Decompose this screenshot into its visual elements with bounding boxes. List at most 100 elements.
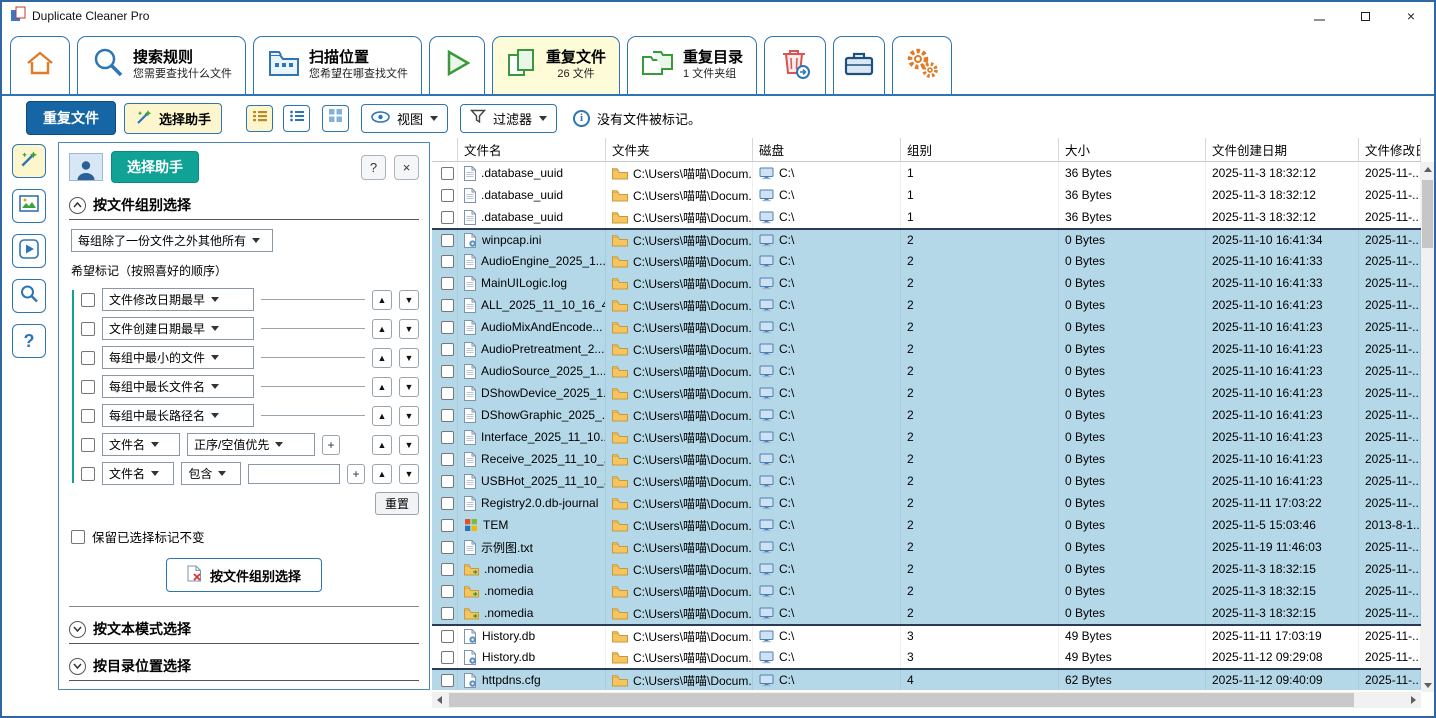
row-checkbox[interactable] <box>441 651 454 664</box>
row-checkbox[interactable] <box>441 409 454 422</box>
criteria-checkbox[interactable] <box>81 409 95 423</box>
row-checkbox[interactable] <box>441 563 454 576</box>
keep-selection-checkbox[interactable] <box>71 530 85 544</box>
row-checkbox[interactable] <box>441 167 454 180</box>
toolbox-button[interactable] <box>833 36 885 94</box>
column-header-0[interactable]: 文件名 <box>458 138 606 161</box>
contains-text-input[interactable] <box>248 464 340 484</box>
move-down-button[interactable]: ▼ <box>399 406 419 426</box>
row-checkbox[interactable] <box>441 365 454 378</box>
file-row[interactable]: winpcap.iniC:\Users\喵喵\Docum...C:\20 Byt… <box>432 228 1421 250</box>
move-up-button[interactable]: ▲ <box>372 406 392 426</box>
row-checkbox[interactable] <box>441 519 454 532</box>
duplicate-files-tab[interactable]: 重复文件26 文件 <box>492 36 620 94</box>
file-row[interactable]: .nomediaC:\Users\喵喵\Docum...C:\20 Bytes2… <box>432 602 1421 624</box>
row-checkbox[interactable] <box>441 674 454 687</box>
reset-button[interactable]: 重置 <box>375 492 419 515</box>
file-row[interactable]: History.dbC:\Users\喵喵\Docum...C:\349 Byt… <box>432 646 1421 668</box>
view-details-button[interactable] <box>246 105 273 132</box>
row-checkbox[interactable] <box>441 299 454 312</box>
media-play-button[interactable] <box>12 234 46 268</box>
file-row[interactable]: httpdns.cfgC:\Users\喵喵\Docum...C:\462 By… <box>432 668 1421 690</box>
move-down-button[interactable]: ▼ <box>399 319 419 339</box>
row-checkbox[interactable] <box>441 453 454 466</box>
file-row[interactable]: History.dbC:\Users\喵喵\Docum...C:\349 Byt… <box>432 624 1421 646</box>
vertical-scroll-thumb[interactable] <box>1422 180 1433 248</box>
assistant-close-button[interactable]: × <box>394 155 419 180</box>
row-checkbox[interactable] <box>441 189 454 202</box>
row-checkbox[interactable] <box>441 234 454 247</box>
row-checkbox[interactable] <box>441 431 454 444</box>
column-header-6[interactable]: 文件修改日期 <box>1359 138 1421 161</box>
home-button[interactable] <box>10 36 70 94</box>
duplicate-files-view-button[interactable]: 重复文件 <box>26 101 116 135</box>
duplicate-folders-tab[interactable]: 重复目录1 文件夹组 <box>627 36 757 94</box>
file-row[interactable]: DShowDevice_2025_1...C:\Users\喵喵\Docum..… <box>432 382 1421 404</box>
add-criteria-button[interactable]: + <box>347 464 365 484</box>
move-up-button[interactable]: ▲ <box>372 290 392 310</box>
scroll-up-button[interactable] <box>1421 162 1434 176</box>
row-checkbox[interactable] <box>441 607 454 620</box>
image-preview-button[interactable] <box>12 189 46 223</box>
row-checkbox[interactable] <box>441 277 454 290</box>
column-header-2[interactable]: 磁盘 <box>753 138 901 161</box>
group-mode-dropdown[interactable]: 每组除了一份文件之外其他所有 <box>71 229 273 252</box>
move-up-button[interactable]: ▲ <box>372 464 392 484</box>
move-up-button[interactable]: ▲ <box>372 435 392 455</box>
file-row[interactable]: AudioEngine_2025_1...C:\Users\喵喵\Docum..… <box>432 250 1421 272</box>
file-row[interactable]: .database_uuidC:\Users\喵喵\Docum...C:\136… <box>432 162 1421 184</box>
horizontal-scrollbar[interactable] <box>432 692 1421 708</box>
search-rules-tab[interactable]: 搜索规则您需要查找什么文件 <box>77 36 246 94</box>
row-checkbox[interactable] <box>441 585 454 598</box>
criteria-dropdown[interactable]: 每组中最长路径名 <box>102 404 254 427</box>
file-row[interactable]: Registry2.0.db-journalC:\Users\喵喵\Docum.… <box>432 492 1421 514</box>
text-pattern-section-header[interactable]: 按文本模式选择 <box>69 619 419 644</box>
field-dropdown[interactable]: 文件名 <box>102 433 180 456</box>
location-section-header[interactable]: 按目录位置选择 <box>69 656 419 681</box>
assistant-title[interactable]: 选择助手 <box>111 151 199 183</box>
move-up-button[interactable]: ▲ <box>372 319 392 339</box>
view-dropdown[interactable]: 视图 <box>361 104 448 133</box>
criteria-dropdown[interactable]: 每组中最长文件名 <box>102 375 254 398</box>
close-button[interactable]: × <box>1388 2 1434 30</box>
move-down-button[interactable]: ▼ <box>399 348 419 368</box>
criteria-checkbox[interactable] <box>81 380 95 394</box>
column-header-5[interactable]: 文件创建日期 <box>1206 138 1359 161</box>
row-checkbox[interactable] <box>441 387 454 400</box>
file-row[interactable]: Interface_2025_11_10...C:\Users\喵喵\Docum… <box>432 426 1421 448</box>
column-header-1[interactable]: 文件夹 <box>606 138 753 161</box>
file-row[interactable]: USBHot_2025_11_10_...C:\Users\喵喵\Docum..… <box>432 470 1421 492</box>
criteria-checkbox[interactable] <box>81 467 95 481</box>
search-files-button[interactable] <box>12 279 46 313</box>
add-criteria-button[interactable]: + <box>322 435 340 455</box>
row-checkbox[interactable] <box>441 211 454 224</box>
scroll-down-button[interactable] <box>1421 678 1434 692</box>
column-header-4[interactable]: 大小 <box>1059 138 1206 161</box>
filter-dropdown[interactable]: 过滤器 <box>460 104 557 133</box>
view-list-button[interactable] <box>283 105 310 132</box>
column-header-3[interactable]: 组别 <box>901 138 1059 161</box>
vertical-scrollbar[interactable] <box>1421 162 1434 692</box>
scroll-left-button[interactable] <box>432 692 447 708</box>
row-checkbox[interactable] <box>441 475 454 488</box>
view-grid-button[interactable] <box>322 105 349 132</box>
move-down-button[interactable]: ▼ <box>399 435 419 455</box>
horizontal-scroll-thumb[interactable] <box>449 693 1354 707</box>
field-dropdown[interactable]: 文件名 <box>102 462 174 485</box>
settings-button[interactable] <box>892 36 952 94</box>
run-scan-button[interactable] <box>429 36 485 94</box>
move-up-button[interactable]: ▲ <box>372 348 392 368</box>
assistant-help-button[interactable]: ? <box>361 155 386 180</box>
criteria-checkbox[interactable] <box>81 322 95 336</box>
move-up-button[interactable]: ▲ <box>372 377 392 397</box>
criteria-checkbox[interactable] <box>81 438 95 452</box>
file-row[interactable]: 示例图.txtC:\Users\喵喵\Docum...C:\20 Bytes20… <box>432 536 1421 558</box>
selection-assistant-strip-button[interactable] <box>12 144 46 178</box>
help-button[interactable]: ? <box>12 324 46 358</box>
file-row[interactable]: TEMC:\Users\喵喵\Docum...C:\20 Bytes2025-1… <box>432 514 1421 536</box>
row-checkbox[interactable] <box>441 497 454 510</box>
apply-group-select-button[interactable]: 按文件组别选择 <box>166 558 322 592</box>
file-row[interactable]: Receive_2025_11_10_...C:\Users\喵喵\Docum.… <box>432 448 1421 470</box>
criteria-dropdown[interactable]: 文件创建日期最早 <box>102 317 254 340</box>
row-checkbox[interactable] <box>441 321 454 334</box>
